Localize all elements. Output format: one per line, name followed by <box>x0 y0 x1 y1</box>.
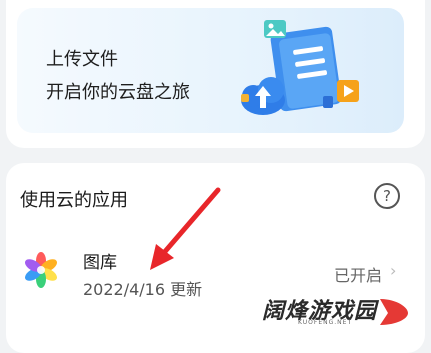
upload-title: 上传文件 <box>46 49 118 70</box>
watermark-subtext: KUOFENG.NET <box>298 319 353 326</box>
apps-section-title: 使用云的应用 <box>20 190 128 211</box>
app-name: 图库 <box>83 253 117 273</box>
help-icon[interactable]: ? <box>374 183 400 209</box>
app-updated: 2022/4/16 更新 <box>83 280 203 299</box>
gallery-flower-icon <box>25 252 57 288</box>
help-label: ? <box>383 187 391 205</box>
upload-subtitle: 开启你的云盘之旅 <box>46 82 190 103</box>
app-status: 已开启 <box>334 266 383 285</box>
watermark-logo: 阔烽游戏园 KUOFENG.NET <box>262 293 412 331</box>
upload-banner[interactable]: 上传文件 开启你的云盘之旅 <box>17 8 404 133</box>
chevron-right-icon: › <box>390 261 397 280</box>
